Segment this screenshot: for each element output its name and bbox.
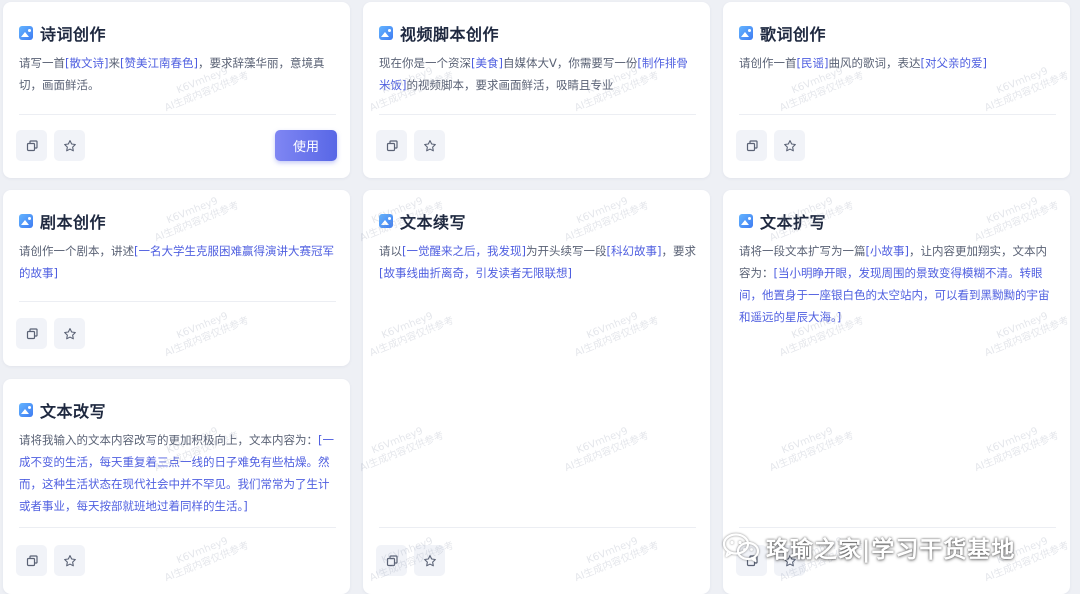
prompt-variable: [对父亲的爱]	[920, 56, 987, 70]
image-icon	[19, 26, 33, 40]
star-icon	[783, 139, 796, 151]
divider	[19, 301, 336, 302]
copy-icon	[386, 139, 398, 151]
prompt-text: 请以	[379, 244, 402, 258]
card-title: 歌词创作	[760, 25, 827, 44]
card-title: 视频脚本创作	[400, 25, 500, 44]
card-description: 请创作一个剧本，讲述[一名大学生克服困难赢得演讲大赛冠军的故事]	[19, 240, 338, 284]
favorite-button[interactable]	[54, 130, 85, 161]
image-icon	[19, 403, 33, 417]
wechat-icon	[722, 533, 760, 562]
card-description: 请将一段文本扩写为一篇[小故事]，让内容更加翔实，文本内容为：[当小明睁开眼，发…	[739, 240, 1058, 328]
favorite-button[interactable]	[54, 318, 85, 349]
divider	[19, 114, 336, 115]
copy-button[interactable]	[376, 545, 407, 576]
copy-button[interactable]	[16, 545, 47, 576]
prompt-text: 的视频脚本，要求画面鲜活，吸睛且专业	[406, 78, 614, 92]
use-button[interactable]: 使用	[275, 130, 337, 161]
divider	[379, 527, 696, 528]
copy-icon	[26, 139, 38, 151]
prompt-variable: [科幻故事]	[606, 244, 662, 258]
star-icon	[63, 139, 76, 151]
card-header: 文本改写	[19, 398, 106, 422]
card-video-script[interactable]: 视频脚本创作 现在你是一个资深[美食]自媒体大V，你需要写一份[制作排骨米饭]的…	[363, 2, 710, 178]
prompt-text: 自媒体大V，你需要写一份	[502, 56, 638, 70]
prompt-text: 曲风的歌词，表达	[828, 56, 921, 70]
favorite-button[interactable]	[54, 545, 85, 576]
divider	[19, 527, 336, 528]
prompt-text: 来	[108, 56, 120, 70]
card-header: 歌词创作	[739, 21, 826, 45]
image-icon	[739, 214, 753, 228]
star-icon	[423, 139, 436, 151]
prompt-variable: [散文诗]	[65, 56, 109, 70]
copy-button[interactable]	[736, 130, 767, 161]
prompt-variable: [赞美江南春色]	[119, 56, 198, 70]
card-title: 诗词创作	[40, 25, 107, 44]
brand-text: 珞瑜之家|学习干货基地	[766, 537, 1016, 563]
copy-button[interactable]	[16, 130, 47, 161]
card-text-rewrite[interactable]: 文本改写 请将我输入的文本内容改写的更加积极向上，文本内容为：[一成不变的生活，…	[3, 379, 350, 594]
prompt-text: ，要求	[661, 244, 696, 258]
prompt-text: 现在你是一个资深	[379, 56, 471, 70]
copy-button[interactable]	[376, 130, 407, 161]
card-header: 文本续写	[379, 209, 466, 233]
card-header: 诗词创作	[19, 21, 106, 45]
prompt-variable: [一觉醒来之后，我发现]	[402, 244, 526, 258]
prompt-text: 请创作一首	[739, 56, 797, 70]
card-header: 视频脚本创作	[379, 21, 499, 45]
prompt-text: 请创作一个剧本，讲述	[19, 244, 134, 258]
divider	[379, 114, 696, 115]
prompt-text: 为开头续写一段	[525, 244, 607, 258]
image-icon	[379, 214, 393, 228]
prompt-variable: [美食]	[471, 56, 503, 70]
card-text-continuation[interactable]: 文本续写 请以[一觉醒来之后，我发现]为开头续写一段[科幻故事]，要求 [故事线曲…	[363, 190, 710, 594]
brand-overlay: 珞瑜之家|学习干货基地	[722, 530, 1015, 564]
card-title: 文本扩写	[760, 213, 827, 232]
image-icon	[379, 26, 393, 40]
copy-icon	[26, 554, 38, 566]
copy-icon	[746, 139, 758, 151]
prompt-text: 请写一首	[19, 56, 65, 70]
favorite-button[interactable]	[414, 130, 445, 161]
image-icon	[739, 26, 753, 40]
favorite-button[interactable]	[414, 545, 445, 576]
copy-icon	[26, 327, 38, 339]
card-screenplay[interactable]: 剧本创作 请创作一个剧本，讲述[一名大学生克服困难赢得演讲大赛冠军的故事]	[3, 190, 350, 366]
prompt-text: 请将我输入的文本内容改写的更加积极向上，文本内容为：	[19, 433, 318, 447]
card-description: 现在你是一个资深[美食]自媒体大V，你需要写一份[制作排骨米饭]的视频脚本，要求…	[379, 52, 698, 96]
star-icon	[63, 554, 76, 566]
card-description: 请以[一觉醒来之后，我发现]为开头续写一段[科幻故事]，要求 [故事线曲折离奇，引…	[379, 240, 698, 284]
copy-button[interactable]	[16, 318, 47, 349]
star-icon	[63, 327, 76, 339]
prompt-variable: [当小明睁开眼，发现周围的景致变得模糊不清。转眼间，他置身于一座银白色的太空站内…	[739, 266, 1050, 324]
card-title: 文本续写	[400, 213, 467, 232]
image-icon	[19, 214, 33, 228]
card-poetry[interactable]: 诗词创作 请写一首[散文诗]来[赞美江南春色]，要求辞藻华丽，意境真切，画面鲜活…	[3, 2, 350, 178]
card-description: 请创作一首[民谣]曲风的歌词，表达[对父亲的爱]	[739, 52, 1058, 74]
prompt-variable: [小故事]	[865, 244, 909, 258]
star-icon	[423, 554, 436, 566]
card-lyrics[interactable]: 歌词创作 请创作一首[民谣]曲风的歌词，表达[对父亲的爱]	[723, 2, 1070, 178]
prompt-variable: [故事线曲折离奇，引发读者无限联想]	[379, 266, 572, 280]
favorite-button[interactable]	[774, 130, 805, 161]
card-title: 剧本创作	[40, 213, 107, 232]
card-title: 文本改写	[40, 402, 107, 421]
prompt-variable: [民谣]	[796, 56, 829, 70]
copy-icon	[386, 554, 398, 566]
prompt-text: 请将一段文本扩写为一篇	[739, 244, 866, 258]
divider	[739, 114, 1056, 115]
card-description: 请写一首[散文诗]来[赞美江南春色]，要求辞藻华丽，意境真切，画面鲜活。	[19, 52, 338, 96]
card-header: 剧本创作	[19, 209, 106, 233]
card-description: 请将我输入的文本内容改写的更加积极向上，文本内容为：[一成不变的生活，每天重复着…	[19, 429, 338, 517]
divider	[739, 527, 1056, 528]
card-header: 文本扩写	[739, 209, 826, 233]
